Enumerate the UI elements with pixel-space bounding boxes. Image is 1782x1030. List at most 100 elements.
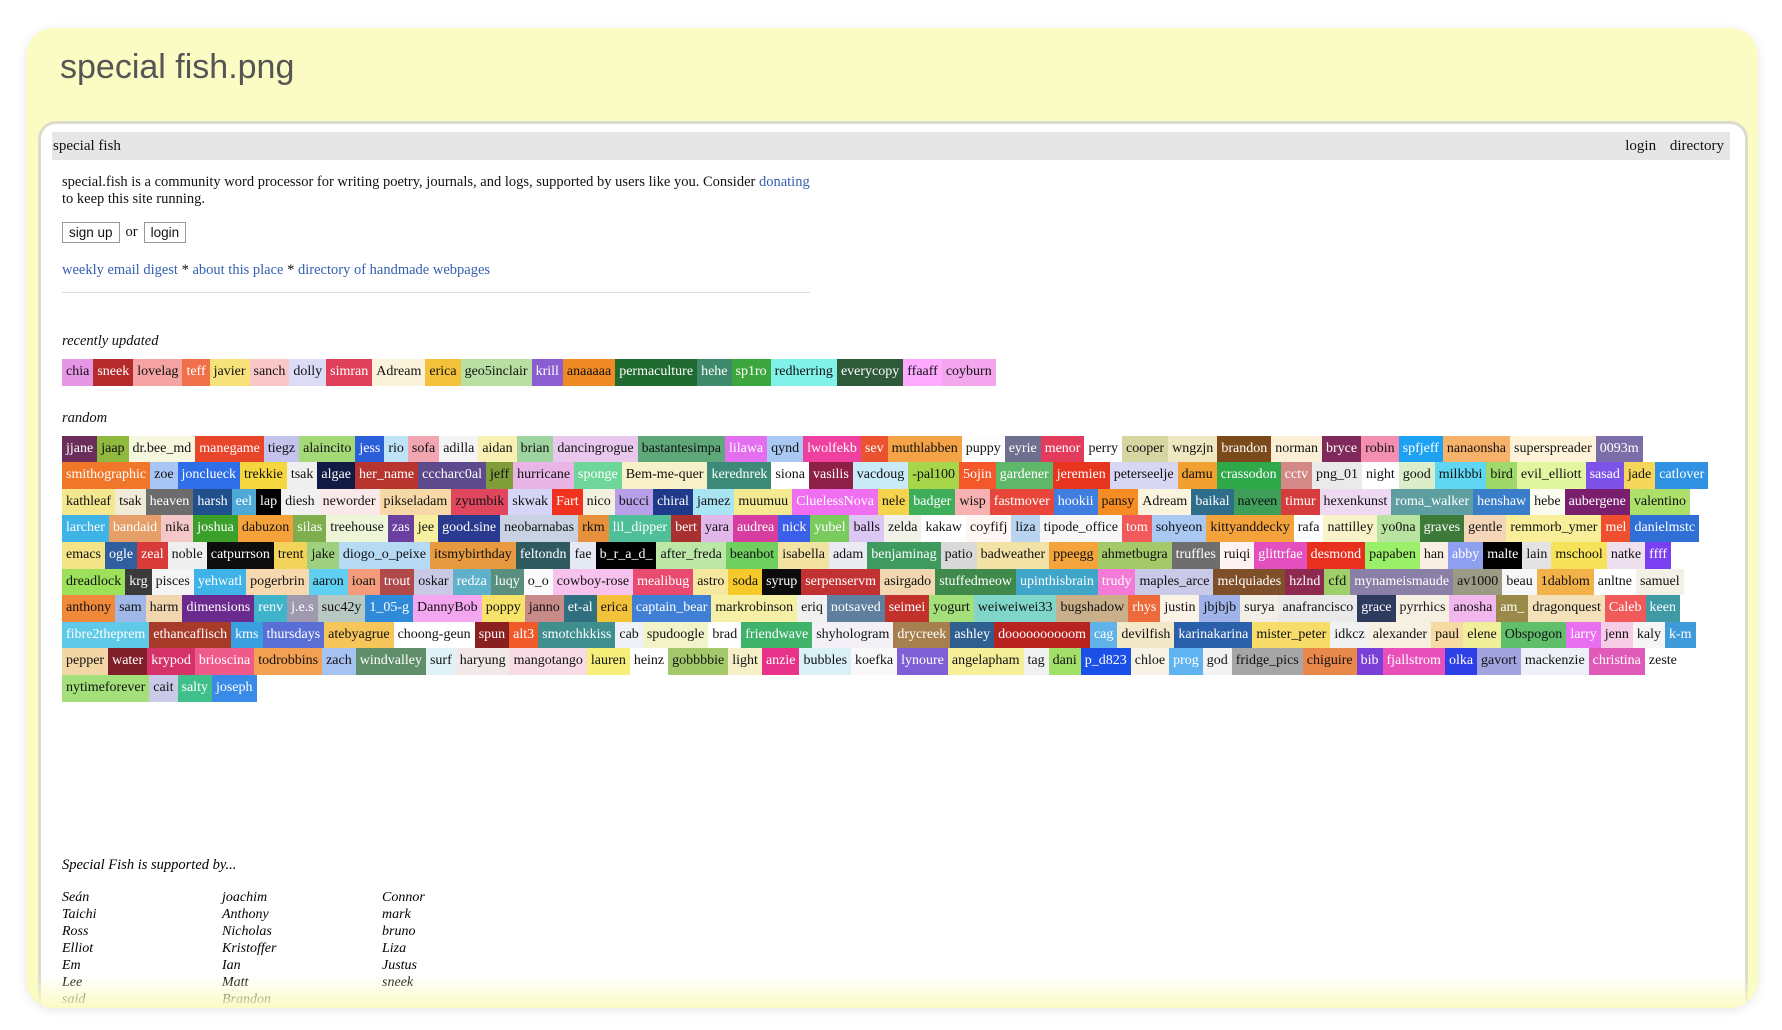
random-user-tag[interactable]: keen xyxy=(1645,595,1680,622)
random-user-tag[interactable]: chloe xyxy=(1130,648,1170,675)
random-user-tag[interactable]: 0093m xyxy=(1595,435,1643,463)
random-user-tag[interactable]: danielmstc xyxy=(1630,515,1700,542)
recent-user-tag[interactable]: coyburn xyxy=(941,359,996,386)
recent-user-tag[interactable]: krill xyxy=(531,359,563,386)
random-user-tag[interactable]: jake xyxy=(307,541,339,569)
random-user-tag[interactable]: anafrancisco xyxy=(1278,595,1358,622)
random-user-tag[interactable]: cag xyxy=(1089,621,1118,649)
random-user-tag[interactable]: adilla xyxy=(439,435,479,463)
recent-user-tag[interactable]: javier xyxy=(209,359,250,386)
random-user-tag[interactable]: rio xyxy=(384,435,408,463)
random-user-tag[interactable]: haryung xyxy=(455,648,510,675)
random-user-tag[interactable]: koefka xyxy=(851,648,898,675)
random-user-tag[interactable]: yogurt xyxy=(929,595,974,622)
random-user-tag[interactable]: ashley xyxy=(950,621,995,649)
random-user-tag[interactable]: av1000 xyxy=(1453,568,1503,596)
random-user-tag[interactable]: kathleaf xyxy=(62,488,116,516)
random-user-tag[interactable]: nele xyxy=(877,488,910,516)
random-user-tag[interactable]: brandon xyxy=(1217,435,1272,463)
random-user-tag[interactable]: brad xyxy=(708,621,742,649)
random-user-tag[interactable]: png_01 xyxy=(1312,462,1362,489)
random-user-tag[interactable]: pansy xyxy=(1097,488,1139,516)
random-user-tag[interactable]: ogle xyxy=(104,541,138,569)
random-user-tag[interactable]: justin xyxy=(1160,595,1200,622)
random-user-tag[interactable]: eel xyxy=(231,488,256,516)
random-user-tag[interactable]: pogerbrin xyxy=(246,568,309,596)
random-user-tag[interactable]: nick xyxy=(778,515,811,542)
random-user-tag[interactable]: balls xyxy=(849,515,884,542)
random-user-tag[interactable]: her_name xyxy=(354,462,419,489)
recent-user-tag[interactable]: dolly xyxy=(289,359,327,386)
random-user-tag[interactable]: ethancaflisch xyxy=(149,621,232,649)
random-user-tag[interactable]: robin xyxy=(1361,435,1399,463)
random-user-tag[interactable]: suc42y xyxy=(317,595,366,622)
random-user-tag[interactable]: aidan xyxy=(478,435,517,463)
random-user-tag[interactable]: cait xyxy=(149,674,178,702)
random-user-tag[interactable]: jeremien xyxy=(1052,462,1110,489)
random-user-tag[interactable]: karinakarina xyxy=(1174,621,1253,649)
random-user-tag[interactable]: thursdays xyxy=(262,621,325,649)
random-user-tag[interactable]: krg xyxy=(125,568,152,596)
random-user-tag[interactable]: anltne xyxy=(1593,568,1636,596)
random-user-tag[interactable]: trudy xyxy=(1097,568,1136,596)
random-user-tag[interactable]: zeal xyxy=(137,541,168,569)
random-user-tag[interactable]: diogo_o_peixe xyxy=(338,541,431,569)
random-user-tag[interactable]: water xyxy=(108,648,148,675)
random-user-tag[interactable]: nico xyxy=(582,488,615,516)
random-user-tag[interactable]: cctv xyxy=(1280,462,1312,489)
random-user-tag[interactable]: nika xyxy=(161,515,194,542)
random-user-tag[interactable]: lilawa xyxy=(724,435,768,463)
random-user-tag[interactable]: sasad xyxy=(1585,462,1624,489)
random-user-tag[interactable]: jjane xyxy=(62,435,98,463)
random-user-tag[interactable]: joseph xyxy=(211,674,257,702)
random-user-tag[interactable]: jaap xyxy=(97,435,129,463)
random-user-tag[interactable]: silas xyxy=(293,515,327,542)
signup-button[interactable]: sign up xyxy=(62,222,120,243)
random-user-tag[interactable]: luqy xyxy=(490,568,524,596)
random-user-tag[interactable]: dabuzon xyxy=(237,515,294,542)
random-user-tag[interactable]: rhys xyxy=(1128,595,1161,622)
random-user-tag[interactable]: ahmetbugra xyxy=(1097,541,1172,569)
random-user-tag[interactable]: kakaw xyxy=(921,515,967,542)
random-user-tag[interactable]: yehwatl xyxy=(193,568,247,596)
random-user-tag[interactable]: zas xyxy=(387,515,414,542)
random-user-tag[interactable]: harm xyxy=(145,595,183,622)
random-user-tag[interactable]: heinz xyxy=(629,648,669,675)
random-user-tag[interactable]: cfd xyxy=(1324,568,1351,596)
random-user-tag[interactable]: gavort xyxy=(1477,648,1521,675)
random-user-tag[interactable]: hurricane xyxy=(513,462,575,489)
random-user-tag[interactable]: graves xyxy=(1419,515,1465,542)
random-user-tag[interactable]: gentle xyxy=(1464,515,1507,542)
recent-user-tag[interactable]: ffaaff xyxy=(903,359,942,386)
random-user-tag[interactable]: feltondn xyxy=(515,541,571,569)
random-user-tag[interactable]: night xyxy=(1362,462,1399,489)
random-user-tag[interactable]: alt3 xyxy=(509,621,539,649)
random-user-tag[interactable]: joshua xyxy=(193,515,238,542)
random-user-tag[interactable]: drycreek xyxy=(893,621,951,649)
random-user-tag[interactable]: idkcz xyxy=(1330,621,1369,649)
recent-user-tag[interactable]: sneek xyxy=(93,359,134,386)
random-user-tag[interactable]: asirgado xyxy=(880,568,936,596)
random-user-tag[interactable]: henshaw xyxy=(1473,488,1531,516)
recent-user-tag[interactable]: sanch xyxy=(249,359,290,386)
directory-link[interactable]: directory xyxy=(1670,138,1724,154)
random-user-tag[interactable]: elene xyxy=(1463,621,1501,649)
random-user-tag[interactable]: pisces xyxy=(151,568,194,596)
random-user-tag[interactable]: emacs xyxy=(62,541,105,569)
random-user-tag[interactable]: malte xyxy=(1483,541,1523,569)
random-user-tag[interactable]: kms xyxy=(231,621,263,649)
random-user-tag[interactable]: qynd xyxy=(767,435,804,463)
random-user-tag[interactable]: jamez xyxy=(692,488,735,516)
random-user-tag[interactable]: hzlnd xyxy=(1285,568,1325,596)
random-user-tag[interactable]: bastantesimpa xyxy=(637,435,725,463)
random-user-tag[interactable]: algae xyxy=(317,462,355,489)
random-user-tag[interactable]: zelda xyxy=(883,515,922,542)
random-user-tag[interactable]: manegame xyxy=(195,435,264,463)
random-user-tag[interactable]: lynoure xyxy=(897,648,948,675)
random-user-tag[interactable]: isabella xyxy=(778,541,829,569)
random-user-tag[interactable]: lain xyxy=(1522,541,1552,569)
random-user-tag[interactable]: pyrrhics xyxy=(1395,595,1450,622)
random-user-tag[interactable]: j.e.s xyxy=(287,595,318,622)
random-user-tag[interactable]: muthlabben xyxy=(887,435,962,463)
random-user-tag[interactable]: yara xyxy=(700,515,733,542)
